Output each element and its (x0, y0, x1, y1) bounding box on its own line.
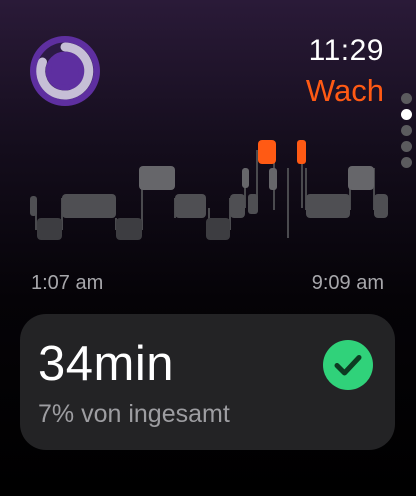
deep-segment (116, 218, 142, 240)
rem-segment (269, 168, 277, 190)
sleep-ring-icon[interactable] (30, 36, 100, 106)
clock-time: 11:29 (308, 34, 384, 67)
core-segment (306, 194, 350, 218)
page-dot (400, 93, 412, 104)
sleep-stage-screen: 11:29 Wach 1:07 am 9:09 am 34min 7% von … (0, 0, 416, 496)
page-dot-active (400, 109, 412, 120)
stage-duration: 34min (38, 337, 174, 391)
rem-segment (348, 166, 374, 190)
checkmark-circle-icon (323, 340, 373, 390)
sleep-stage-timeline (30, 140, 388, 240)
core-segment (175, 194, 206, 218)
deep-sleep-segments (37, 218, 230, 240)
rem-segment (139, 166, 175, 190)
core-segment (30, 196, 37, 216)
core-segment (62, 194, 116, 218)
stage-label: Wach (305, 73, 384, 108)
rem-segment (242, 168, 249, 188)
core-segment (248, 194, 258, 214)
awake-segments (258, 140, 306, 164)
core-segment (374, 194, 388, 218)
awake-segment (258, 140, 276, 164)
stage-summary-card[interactable]: 34min 7% von ingesamt (20, 314, 395, 450)
core-segment (230, 194, 245, 218)
timeline-start-time: 1:07 am (31, 272, 104, 294)
timeline-end-time: 9:09 am (311, 272, 384, 294)
deep-segment (206, 218, 230, 240)
deep-segment (37, 218, 62, 240)
stage-percent: 7% von ingesamt (38, 400, 230, 428)
awake-segment (297, 140, 306, 164)
